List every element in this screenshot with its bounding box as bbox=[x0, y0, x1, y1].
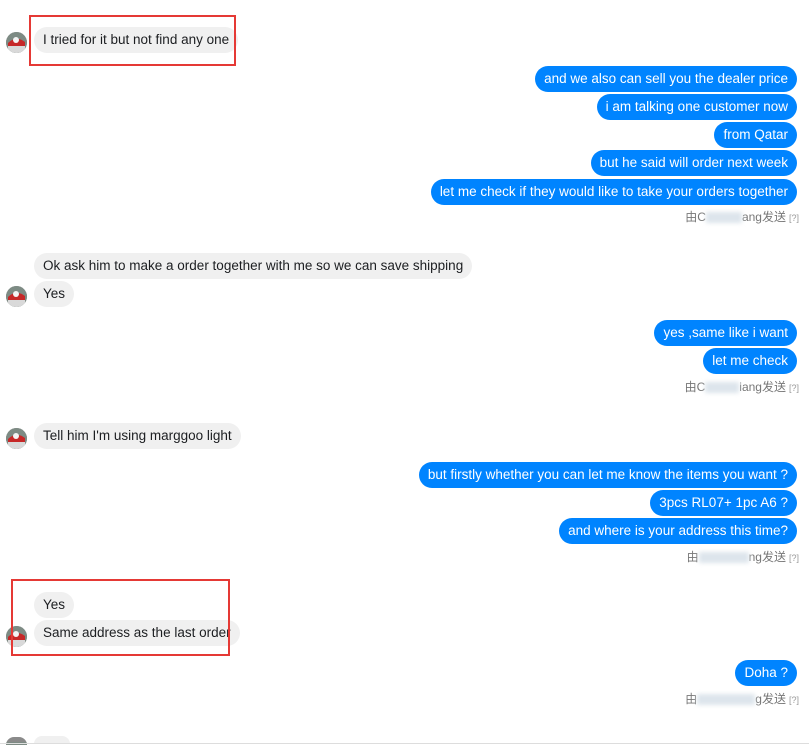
outgoing-message: yes ,same like i want bbox=[654, 320, 797, 346]
help-icon[interactable]: [?] bbox=[789, 695, 799, 705]
highlight-box bbox=[29, 15, 236, 66]
avatar[interactable] bbox=[6, 32, 27, 53]
sent-by-label: 由C ang发送 [?] bbox=[685, 210, 799, 224]
incoming-message: Tell him I'm using marggoo light bbox=[34, 423, 241, 449]
outgoing-message: but he said will order next week bbox=[590, 150, 797, 176]
outgoing-message: let me check bbox=[703, 348, 797, 374]
incoming-message: Ok ask him to make a order together with… bbox=[34, 253, 473, 279]
sent-by-label: 由 ng发送 [?] bbox=[686, 550, 799, 564]
help-icon[interactable]: [?] bbox=[789, 553, 799, 563]
incoming-message: Yes bbox=[34, 281, 75, 307]
outgoing-message: but firstly whether you can let me know … bbox=[418, 462, 797, 488]
outgoing-message: Doha ? bbox=[735, 660, 797, 686]
outgoing-message: i am talking one customer now bbox=[596, 94, 797, 120]
highlight-box bbox=[11, 579, 230, 656]
outgoing-message: from Qatar bbox=[714, 122, 797, 148]
avatar[interactable] bbox=[6, 286, 27, 307]
outgoing-message: and where is your address this time? bbox=[559, 518, 797, 544]
divider bbox=[0, 743, 809, 744]
outgoing-message: let me check if they would like to take … bbox=[430, 179, 797, 205]
sent-by-label: 由C iang发送 [?] bbox=[684, 380, 799, 394]
sent-by-label: 由 g发送 [?] bbox=[685, 692, 799, 706]
help-icon[interactable]: [?] bbox=[789, 383, 799, 393]
avatar[interactable] bbox=[6, 428, 27, 449]
help-icon[interactable]: [?] bbox=[789, 213, 799, 223]
outgoing-message: and we also can sell you the dealer pric… bbox=[535, 66, 797, 92]
outgoing-message: 3pcs RL07+ 1pc A6 ? bbox=[650, 490, 797, 516]
